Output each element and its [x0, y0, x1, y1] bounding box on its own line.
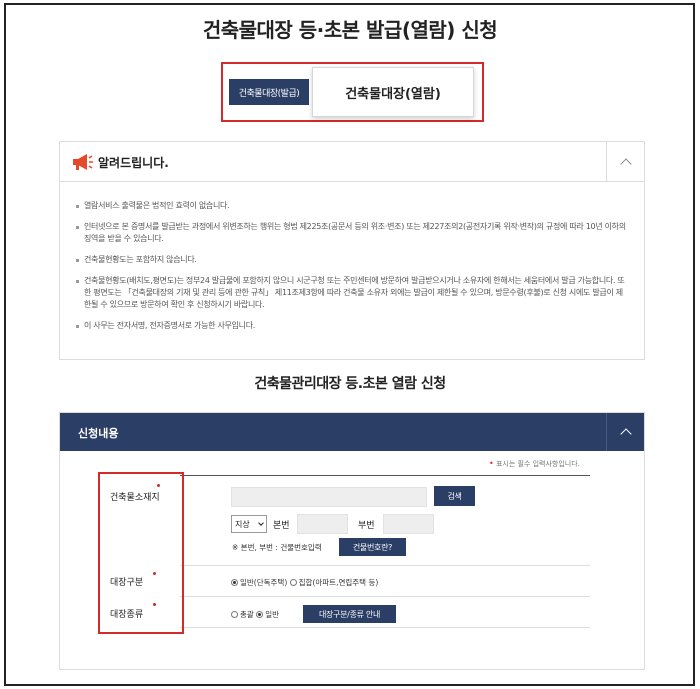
- land-type-value: 지상: [235, 519, 250, 529]
- required-dot-icon: [153, 603, 156, 606]
- section-title: 건축물관리대장 등.초본 열람 신청: [254, 376, 446, 392]
- ledger-kind-radio-group: 총괄 일반: [231, 609, 279, 620]
- ledger-type-collective-radio[interactable]: 집합(아파트,연립주택 등): [289, 578, 378, 587]
- bonbeon-input[interactable]: [297, 514, 348, 534]
- required-dot-icon: [153, 572, 156, 575]
- notice-item: 건축물현황도는 포함하지 않습니다.: [76, 254, 626, 266]
- required-dot-icon: [157, 484, 160, 487]
- page-title: 건축물대장 등·초본 발급(열람) 신청: [202, 18, 498, 42]
- form-header-title: 신청내용: [78, 427, 119, 440]
- notice-collapse-button[interactable]: [606, 142, 644, 182]
- bonbeon-note: ※ 본번, 부번 : 건물번호입력: [232, 543, 322, 552]
- tab-view[interactable]: 건축물대장(열람): [312, 67, 474, 117]
- form-header: 신청내용: [60, 413, 644, 451]
- notice-header: 알려드립니다.: [60, 142, 644, 182]
- notice-item: 건축물현황도(배치도,평면도)는 정부24 발급물에 포함하지 않으니 시군구청…: [76, 275, 626, 311]
- notice-title: 알려드립니다.: [98, 156, 169, 170]
- radio-selected-icon: [256, 611, 264, 618]
- bonbeon-label: 본번: [273, 521, 290, 531]
- divider: [180, 596, 590, 597]
- notice-list: 열람서비스 출력물은 법적인 효력이 없습니다. 인터넷으로 본 증명서를 발급…: [60, 182, 644, 332]
- ledger-kind-general-radio[interactable]: 일반: [256, 610, 279, 619]
- bubeon-input[interactable]: [383, 514, 434, 534]
- required-note-text: 표시는 필수 입력사항입니다.: [495, 460, 580, 468]
- location-input[interactable]: [231, 487, 427, 507]
- notice-item: 인터넷으로 본 증명서를 발급받는 과정에서 위변조하는 행위는 형법 제225…: [76, 221, 626, 245]
- ledger-guide-button[interactable]: 대장구분/종류 안내: [303, 605, 396, 623]
- divider: [180, 627, 590, 628]
- ledger-kind-summary-radio[interactable]: 총괄: [231, 610, 254, 619]
- divider: [180, 565, 590, 566]
- notice-item: 이 사무는 전자서명, 전자증명서로 가능한 사무입니다.: [76, 320, 626, 332]
- radio-unselected-icon: [289, 579, 297, 586]
- ledger-type-label: 대장구분: [110, 578, 144, 588]
- ledger-type-radio-group: 일반(단독주택) 집합(아파트,연립주택 등): [231, 577, 378, 588]
- search-button[interactable]: 검색: [434, 486, 475, 506]
- divider: [180, 475, 590, 476]
- required-dot-icon: •: [489, 459, 494, 468]
- ledger-kind-label: 대장종류: [110, 610, 144, 620]
- notice-item: 열람서비스 출력물은 법적인 효력이 없습니다.: [76, 200, 626, 212]
- form-collapse-button[interactable]: [606, 413, 644, 451]
- radio-unselected-icon: [231, 611, 238, 618]
- tab-issue[interactable]: 건축물대장(발급): [229, 79, 309, 105]
- building-number-help-button[interactable]: 건물번호란?: [339, 538, 406, 556]
- notice-panel: 알려드립니다. 열람서비스 출력물은 법적인 효력이 없습니다. 인터넷으로 본…: [59, 141, 645, 360]
- ledger-type-general-radio[interactable]: 일반(단독주택): [231, 578, 287, 587]
- land-type-select[interactable]: 지상: [231, 515, 267, 533]
- location-label: 건축물소재지: [110, 493, 160, 503]
- bubeon-label: 부번: [358, 521, 375, 531]
- chevron-up-icon: [619, 158, 632, 170]
- megaphone-icon: [73, 154, 93, 170]
- chevron-down-icon: [258, 520, 264, 526]
- radio-selected-icon: [231, 579, 238, 586]
- chevron-up-icon: [619, 428, 632, 440]
- required-note: • 표시는 필수 입력사항입니다.: [489, 459, 580, 469]
